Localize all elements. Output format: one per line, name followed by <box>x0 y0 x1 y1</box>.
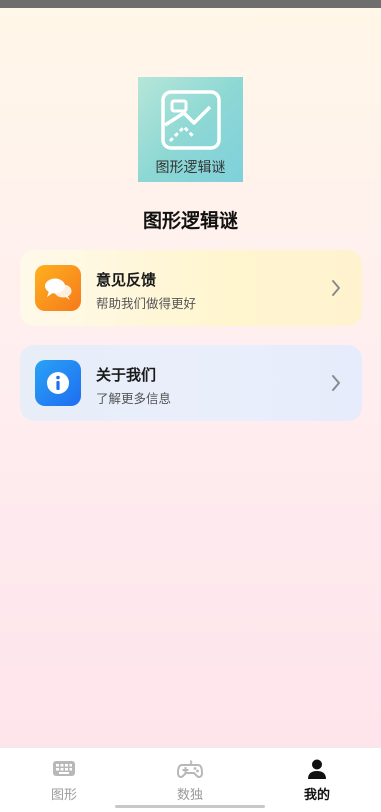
about-title: 关于我们 <box>96 366 157 384</box>
about-card[interactable]: 关于我们 了解更多信息 <box>20 345 362 421</box>
chevron-right-icon <box>332 280 340 296</box>
about-subtitle: 了解更多信息 <box>96 391 172 406</box>
chevron-right-icon <box>332 375 340 391</box>
tab-mine[interactable]: 我的 <box>287 758 347 803</box>
tab-label: 数独 <box>176 788 203 803</box>
app-title: 图形逻辑谜 <box>142 210 238 232</box>
bottom-tab-bar: 图形 数独 我的 <box>0 747 381 812</box>
person-icon <box>308 759 326 779</box>
feedback-subtitle: 帮助我们做得更好 <box>96 296 197 311</box>
keyboard-icon <box>53 761 75 776</box>
gamepad-icon <box>177 760 203 778</box>
feedback-title: 意见反馈 <box>96 271 157 289</box>
info-icon <box>35 360 81 406</box>
feedback-card[interactable]: 意见反馈 帮助我们做得更好 <box>20 250 362 326</box>
chat-bubbles-icon <box>35 265 81 311</box>
home-indicator <box>115 805 265 808</box>
status-bar <box>0 0 381 8</box>
logo-caption: 图形逻辑谜 <box>155 160 226 176</box>
tab-label: 我的 <box>303 788 330 803</box>
tab-label: 图形 <box>50 788 77 803</box>
tab-sudoku[interactable]: 数独 <box>160 758 220 803</box>
image-puzzle-icon <box>161 90 221 150</box>
app-logo: 图形逻辑谜 <box>138 77 243 182</box>
tab-shapes[interactable]: 图形 <box>34 758 94 803</box>
